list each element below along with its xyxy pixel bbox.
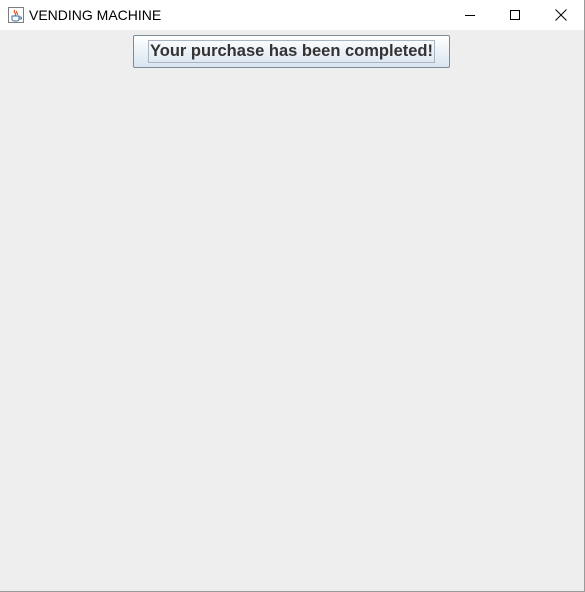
content-panel: Your purchase has been completed!	[0, 30, 584, 591]
title-bar[interactable]: VENDING MACHINE	[0, 0, 584, 30]
java-cup-icon[interactable]	[8, 7, 24, 23]
purchase-complete-label: Your purchase has been completed!	[149, 42, 433, 60]
minimize-icon	[464, 10, 476, 21]
minimize-button[interactable]	[447, 0, 493, 30]
window-title: VENDING MACHINE	[29, 7, 162, 23]
maximize-button[interactable]	[492, 0, 538, 30]
maximize-icon	[509, 9, 521, 21]
app-window: VENDING MACHINE Your purchase has been c…	[0, 0, 585, 592]
purchase-complete-button[interactable]: Your purchase has been completed!	[133, 35, 450, 68]
close-button[interactable]	[538, 0, 584, 30]
focus-ring: Your purchase has been completed!	[147, 40, 435, 63]
close-icon	[555, 9, 567, 21]
